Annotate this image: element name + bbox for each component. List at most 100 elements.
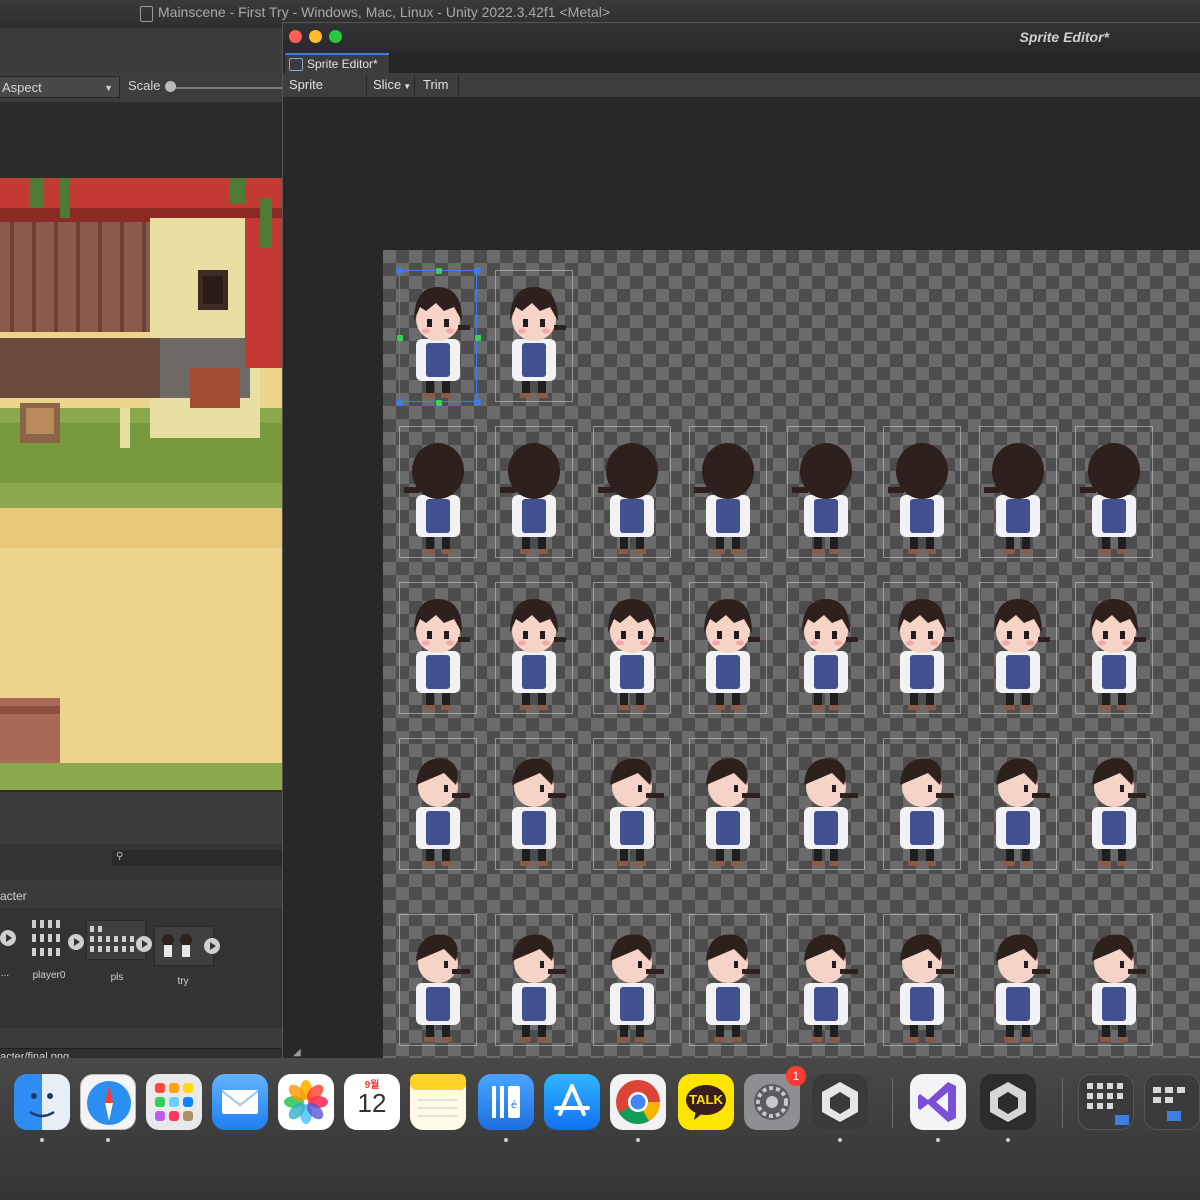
resize-handle[interactable] <box>474 267 481 274</box>
breadcrumb[interactable]: acter <box>0 886 288 906</box>
launchpad-icon[interactable] <box>146 1074 202 1130</box>
sprite-rect[interactable] <box>689 738 767 870</box>
mail-icon[interactable] <box>212 1074 268 1130</box>
breadcrumb-folder[interactable]: acter <box>0 889 27 903</box>
kakaotalk-icon[interactable]: TALK <box>678 1074 734 1130</box>
sprite-rect[interactable] <box>1075 426 1153 558</box>
sprite-rect[interactable] <box>883 582 961 714</box>
scale-slider-track[interactable] <box>170 87 288 89</box>
sprite-rect[interactable] <box>883 426 961 558</box>
dock-separator <box>892 1078 893 1128</box>
scale-slider-handle[interactable] <box>165 81 176 92</box>
sprite-rect[interactable] <box>1075 582 1153 714</box>
project-search-input[interactable]: ⚲ <box>112 850 288 866</box>
sprite-editor-mode-dropdown[interactable]: Sprite Editor▼ <box>283 75 367 112</box>
resize-handle-icon[interactable]: ◢ <box>293 1047 301 1058</box>
sprite-rect[interactable] <box>883 914 961 1046</box>
visual-studio-icon[interactable] <box>910 1074 966 1130</box>
sprite-editor-title-bar[interactable]: Sprite Editor* <box>283 23 1200 53</box>
sprite-rect[interactable] <box>689 914 767 1046</box>
character-sprite <box>1080 443 1140 554</box>
sprite-rect[interactable] <box>495 738 573 870</box>
photos-icon[interactable] <box>278 1074 334 1130</box>
finder-icon[interactable] <box>14 1074 70 1130</box>
calendar-icon[interactable]: 9월 12 <box>344 1074 400 1130</box>
sprite-rect[interactable] <box>399 914 477 1046</box>
minimize-window-button[interactable] <box>309 30 322 43</box>
sprite-rect[interactable] <box>593 582 671 714</box>
sprite-rect[interactable] <box>399 738 477 870</box>
downloads-stack-icon[interactable] <box>1078 1074 1134 1130</box>
sprite-rect[interactable] <box>787 738 865 870</box>
selected-sprite-rect[interactable] <box>396 267 481 406</box>
sprite-rect[interactable] <box>979 426 1057 558</box>
sprite-rect[interactable] <box>495 914 573 1046</box>
chrome-icon[interactable] <box>610 1074 666 1130</box>
sprite-rect[interactable] <box>495 270 573 402</box>
kakao-label: TALK <box>689 1092 723 1107</box>
sprite-rect[interactable] <box>787 582 865 714</box>
sprite-rect[interactable] <box>787 914 865 1046</box>
character-sprite <box>802 599 858 710</box>
aspect-dropdown[interactable]: Aspect ▼ <box>0 76 120 98</box>
safari-icon[interactable] <box>80 1074 136 1130</box>
character-sprite <box>792 443 852 554</box>
game-scene-viewport[interactable] <box>0 178 288 790</box>
edge-handle[interactable] <box>475 335 481 341</box>
sprite-rect[interactable] <box>495 582 573 714</box>
character-sprite <box>694 443 754 554</box>
files-icon[interactable]: é <box>478 1074 534 1130</box>
close-window-button[interactable] <box>289 30 302 43</box>
resize-handle[interactable] <box>396 399 403 406</box>
sprite-rect[interactable] <box>979 738 1057 870</box>
sprite-rect[interactable] <box>979 914 1057 1046</box>
sprite-rect[interactable] <box>689 582 767 714</box>
sprite-editor-window: Sprite Editor* Sprite Editor* Sprite Edi… <box>282 22 1200 1088</box>
app-store-icon[interactable] <box>544 1074 600 1130</box>
notification-badge: 1 <box>786 1066 806 1086</box>
sprite-rect[interactable] <box>883 738 961 870</box>
edge-handle[interactable] <box>397 335 403 341</box>
safari-compass <box>87 1081 131 1125</box>
sprite-rect[interactable] <box>1075 738 1153 870</box>
edge-handle[interactable] <box>436 400 442 406</box>
expand-play-icon[interactable] <box>0 930 16 946</box>
screenshots-stack-icon[interactable] <box>1144 1074 1200 1130</box>
resize-handle[interactable] <box>396 267 403 274</box>
sprite-sheet-texture[interactable] <box>383 250 1200 1088</box>
character-sprite <box>500 443 560 554</box>
sprite-rect[interactable] <box>1075 914 1153 1046</box>
expand-play-icon[interactable] <box>136 936 152 952</box>
mail-envelope <box>221 1090 259 1114</box>
character-sprite <box>510 599 566 710</box>
zoom-window-button[interactable] <box>329 30 342 43</box>
scale-label: Scale <box>128 78 161 93</box>
edge-handle[interactable] <box>436 268 442 274</box>
sprite-rect[interactable] <box>593 914 671 1046</box>
sprite-rect[interactable] <box>689 426 767 558</box>
sprite-rect[interactable] <box>979 582 1057 714</box>
asset-label-pls: pls <box>110 972 124 983</box>
notes-icon[interactable] <box>410 1074 466 1130</box>
app-store-glyph <box>554 1084 590 1116</box>
sprite-editor-canvas[interactable] <box>283 98 1200 1088</box>
expand-play-icon[interactable] <box>204 938 220 954</box>
sprite-rect[interactable] <box>593 426 671 558</box>
sprite-rect[interactable] <box>593 738 671 870</box>
character-sprite <box>404 443 464 554</box>
resize-handle[interactable] <box>474 399 481 406</box>
sprite-rect[interactable] <box>787 426 865 558</box>
unity-icon[interactable] <box>980 1074 1036 1130</box>
expand-play-icon[interactable] <box>68 934 84 950</box>
unity-hub-icon[interactable] <box>812 1074 868 1130</box>
character-sprite <box>416 934 470 1042</box>
tab-sprite-editor[interactable]: Sprite Editor* <box>285 53 389 73</box>
slice-dropdown[interactable]: Slice ▼ <box>367 75 415 95</box>
sprite-rect[interactable] <box>495 426 573 558</box>
project-assets-grid: ... player0 pls try <box>0 908 288 1028</box>
sprite-rect[interactable] <box>399 582 477 714</box>
sprite-rect[interactable] <box>399 426 477 558</box>
character-sprite <box>598 443 658 554</box>
unity-cube <box>990 1082 1026 1122</box>
trim-button[interactable]: Trim <box>417 75 459 95</box>
